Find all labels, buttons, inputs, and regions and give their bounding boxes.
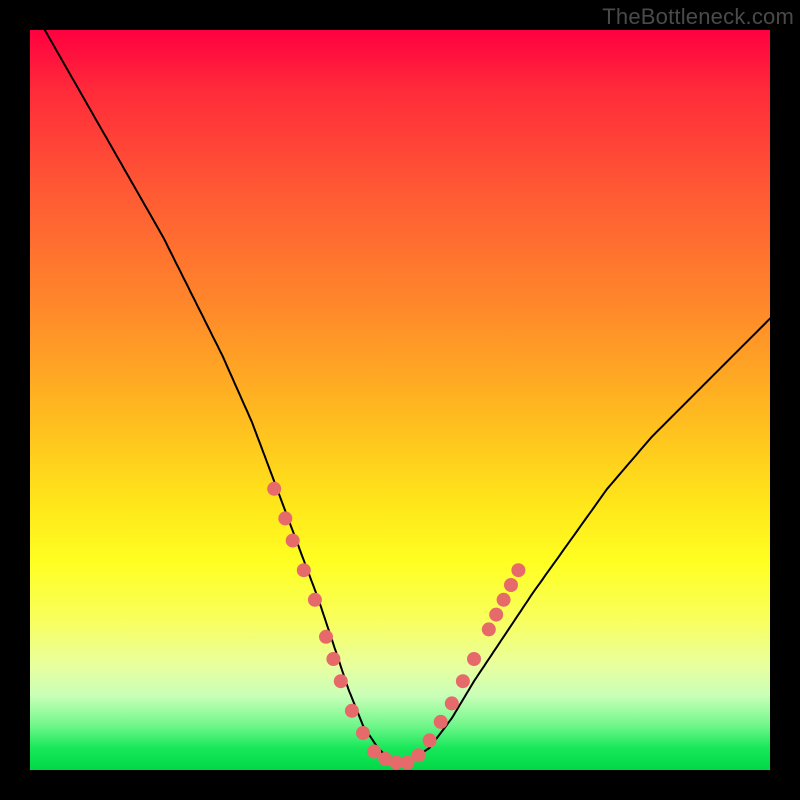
data-marker — [412, 748, 426, 762]
data-marker — [278, 511, 292, 525]
curve-path — [45, 30, 770, 763]
data-marker — [489, 608, 503, 622]
data-marker — [456, 674, 470, 688]
data-marker — [445, 696, 459, 710]
data-marker — [297, 563, 311, 577]
data-marker — [434, 715, 448, 729]
chart-frame: TheBottleneck.com — [0, 0, 800, 800]
data-marker — [267, 482, 281, 496]
data-marker — [356, 726, 370, 740]
data-marker — [467, 652, 481, 666]
data-marker — [319, 630, 333, 644]
watermark-text: TheBottleneck.com — [602, 4, 794, 30]
data-marker — [482, 622, 496, 636]
data-marker — [504, 578, 518, 592]
data-marker — [334, 674, 348, 688]
data-marker — [345, 704, 359, 718]
plot-area — [30, 30, 770, 770]
data-marker — [326, 652, 340, 666]
data-marker — [497, 593, 511, 607]
data-marker — [423, 733, 437, 747]
bottleneck-curve — [30, 30, 770, 770]
data-marker — [286, 534, 300, 548]
data-marker — [511, 563, 525, 577]
data-marker — [308, 593, 322, 607]
